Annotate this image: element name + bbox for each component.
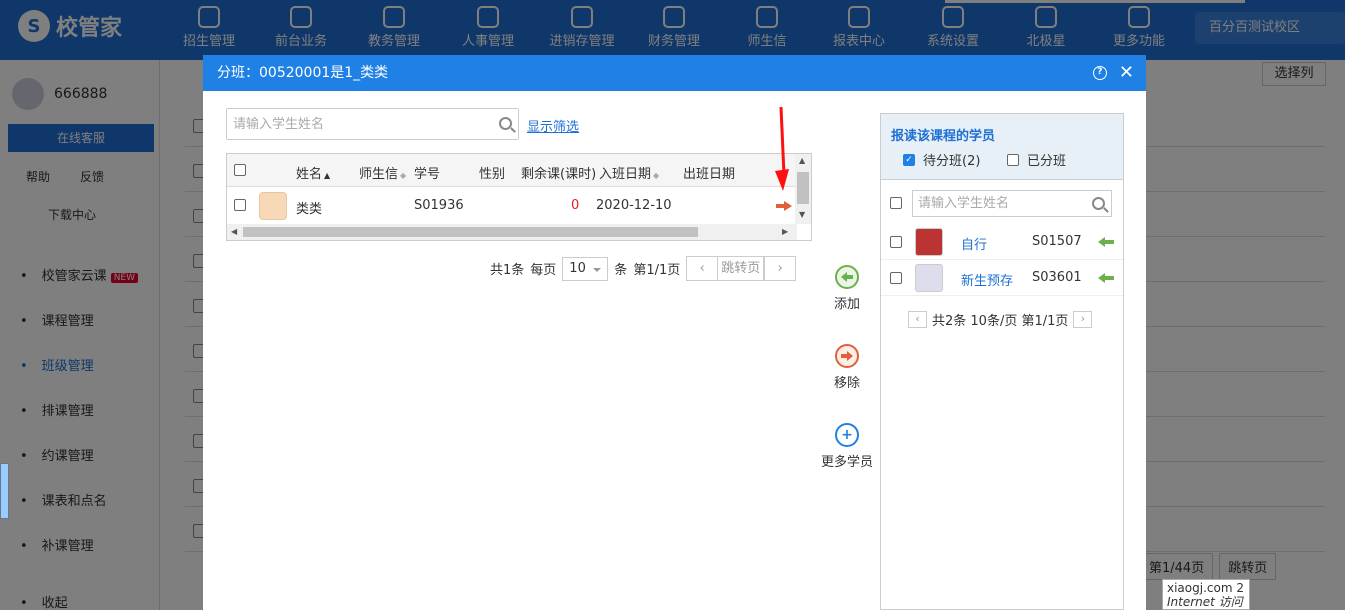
prev-page-button[interactable]: ‹	[908, 311, 927, 328]
col-label: 入班日期	[599, 167, 652, 182]
more-students-button[interactable]: + 更多学员	[819, 423, 875, 470]
assigned-label: 已分班	[1027, 154, 1067, 169]
remove-arrow-icon[interactable]	[776, 201, 792, 211]
scroll-thumb[interactable]	[243, 227, 698, 237]
scroll-down-icon[interactable]: ▼	[799, 210, 805, 219]
panel-title: 报读该课程的学员	[891, 129, 996, 144]
close-icon[interactable]: ✕	[1119, 55, 1134, 91]
panel-search-box	[912, 190, 1112, 217]
scroll-right-icon[interactable]: ▶	[782, 227, 788, 236]
dialog-title: 分班：00520001是1_类类	[217, 65, 389, 81]
prev-page-button[interactable]: ‹	[686, 256, 719, 281]
col-id: 学号	[414, 167, 441, 182]
search-icon[interactable]	[499, 117, 512, 130]
list-item[interactable]: 新生预存 S03601	[881, 260, 1123, 296]
row-checkbox[interactable]	[234, 199, 246, 211]
plus-icon: +	[835, 423, 859, 447]
annotation-arrow-icon	[775, 107, 789, 191]
pager-per-page-label: 每页	[530, 263, 557, 278]
dialog-header: 分班：00520001是1_类类 ? ✕	[203, 55, 1146, 91]
sort-icon: ◆	[400, 171, 407, 180]
sort-asc-icon: ▲	[324, 171, 331, 180]
student-avatar	[915, 264, 943, 292]
col-label: 师生信	[359, 167, 399, 182]
assigned-checkbox[interactable]	[1007, 153, 1019, 166]
list-item[interactable]: 自行 S01507	[881, 224, 1123, 260]
show-filter-link[interactable]: 显示筛选	[527, 116, 579, 135]
student-name[interactable]: 自行	[961, 234, 987, 253]
assigned-filter[interactable]: 已分班	[1007, 150, 1066, 169]
student-name[interactable]: 新生预存	[961, 270, 1013, 289]
table-pager: 共1条 每页 10 条 第1/1页 ‹ 跳转页 ›	[490, 256, 797, 281]
add-label: 添加	[833, 297, 860, 312]
add-button[interactable]: 添加	[819, 265, 875, 312]
add-arrow-icon[interactable]	[1098, 273, 1114, 283]
cell-remaining: 0	[571, 198, 580, 213]
horizontal-scrollbar[interactable]: ◀ ▶	[227, 224, 797, 240]
pending-checkbox[interactable]: ✓	[903, 153, 915, 166]
col-name[interactable]: 姓名 ▲	[296, 163, 330, 182]
next-page-button[interactable]: ›	[764, 256, 797, 281]
enrolled-students-panel: 报读该课程的学员 ✓ 待分班(2) 已分班 自行 S01507 新生预存 S036…	[880, 113, 1124, 610]
sort-icon: ◆	[653, 171, 660, 180]
class-assign-dialog: 分班：00520001是1_类类 ? ✕ 显示筛选 姓名▲ 师生信◆ 学号 性别 …	[203, 55, 1146, 610]
per-page-select[interactable]: 10	[562, 256, 609, 281]
student-avatar	[915, 228, 943, 256]
remove-button[interactable]: 移除	[819, 344, 875, 391]
remove-label: 移除	[833, 376, 860, 391]
jump-page-input[interactable]: 跳转页	[718, 256, 765, 281]
col-join-date[interactable]: 入班日期 ◆	[599, 163, 659, 182]
panel-pager: ‹ 共2条 10条/页 第1/1页 ›	[908, 310, 1093, 329]
student-search-input[interactable]	[227, 109, 487, 139]
col-remaining: 剩余课(课时)	[521, 167, 597, 182]
cell-id: S01936	[414, 198, 464, 213]
pending-filter[interactable]: ✓ 待分班(2)	[903, 150, 980, 169]
more-students-label: 更多学员	[820, 455, 873, 470]
pager-total: 共1条	[490, 263, 525, 278]
vertical-scrollbar[interactable]: ▲ ▼	[795, 154, 811, 224]
pending-label: 待分班(2)	[923, 154, 981, 169]
table-header: 姓名 ▲ 师生信 ◆ 学号 性别 剩余课(课时) 入班日期 ◆ 出班日期	[227, 154, 797, 187]
tooltip-line1: xiaogj.com 2	[1167, 581, 1244, 595]
panel-search-input[interactable]	[913, 191, 1083, 216]
col-teacher[interactable]: 师生信 ◆	[359, 163, 406, 182]
help-icon[interactable]: ?	[1092, 66, 1107, 80]
col-leave-date: 出班日期	[683, 167, 736, 182]
add-arrow-icon[interactable]	[1098, 237, 1114, 247]
scroll-up-icon[interactable]: ▲	[799, 156, 805, 165]
student-id: S01507	[1032, 234, 1082, 249]
cell-join-date: 2020-12-10	[596, 198, 672, 213]
col-gender: 性别	[479, 167, 506, 182]
row-checkbox[interactable]	[890, 236, 902, 248]
cell-name: 类类	[296, 202, 323, 217]
table-row[interactable]: 类类 S01936 0 2020-12-10	[227, 188, 797, 224]
select-all-checkbox[interactable]	[890, 197, 902, 209]
panel-pager-summary: 共2条 10条/页 第1/1页	[932, 314, 1069, 329]
panel-header: 报读该课程的学员 ✓ 待分班(2) 已分班	[881, 114, 1123, 180]
remove-arrow-icon	[835, 344, 859, 368]
student-avatar	[259, 192, 287, 220]
scroll-thumb[interactable]	[797, 172, 809, 204]
pager-page: 第1/1页	[633, 263, 681, 278]
tooltip-line2: Internet 访问	[1167, 595, 1243, 609]
side-widget[interactable]	[0, 463, 9, 519]
scroll-left-icon[interactable]: ◀	[231, 227, 237, 236]
pager-unit: 条	[614, 263, 628, 278]
col-label: 姓名	[296, 167, 323, 182]
status-tooltip: xiaogj.com 2 Internet 访问	[1162, 579, 1250, 610]
class-student-table: 姓名 ▲ 师生信 ◆ 学号 性别 剩余课(课时) 入班日期 ◆ 出班日期 类类 S01…	[226, 153, 812, 241]
search-icon[interactable]	[1092, 197, 1105, 210]
row-checkbox[interactable]	[890, 272, 902, 284]
student-id: S03601	[1032, 270, 1082, 285]
select-all-checkbox[interactable]	[234, 164, 246, 176]
next-page-button[interactable]: ›	[1073, 311, 1093, 328]
student-search-box	[226, 108, 519, 140]
add-arrow-icon	[835, 265, 859, 289]
